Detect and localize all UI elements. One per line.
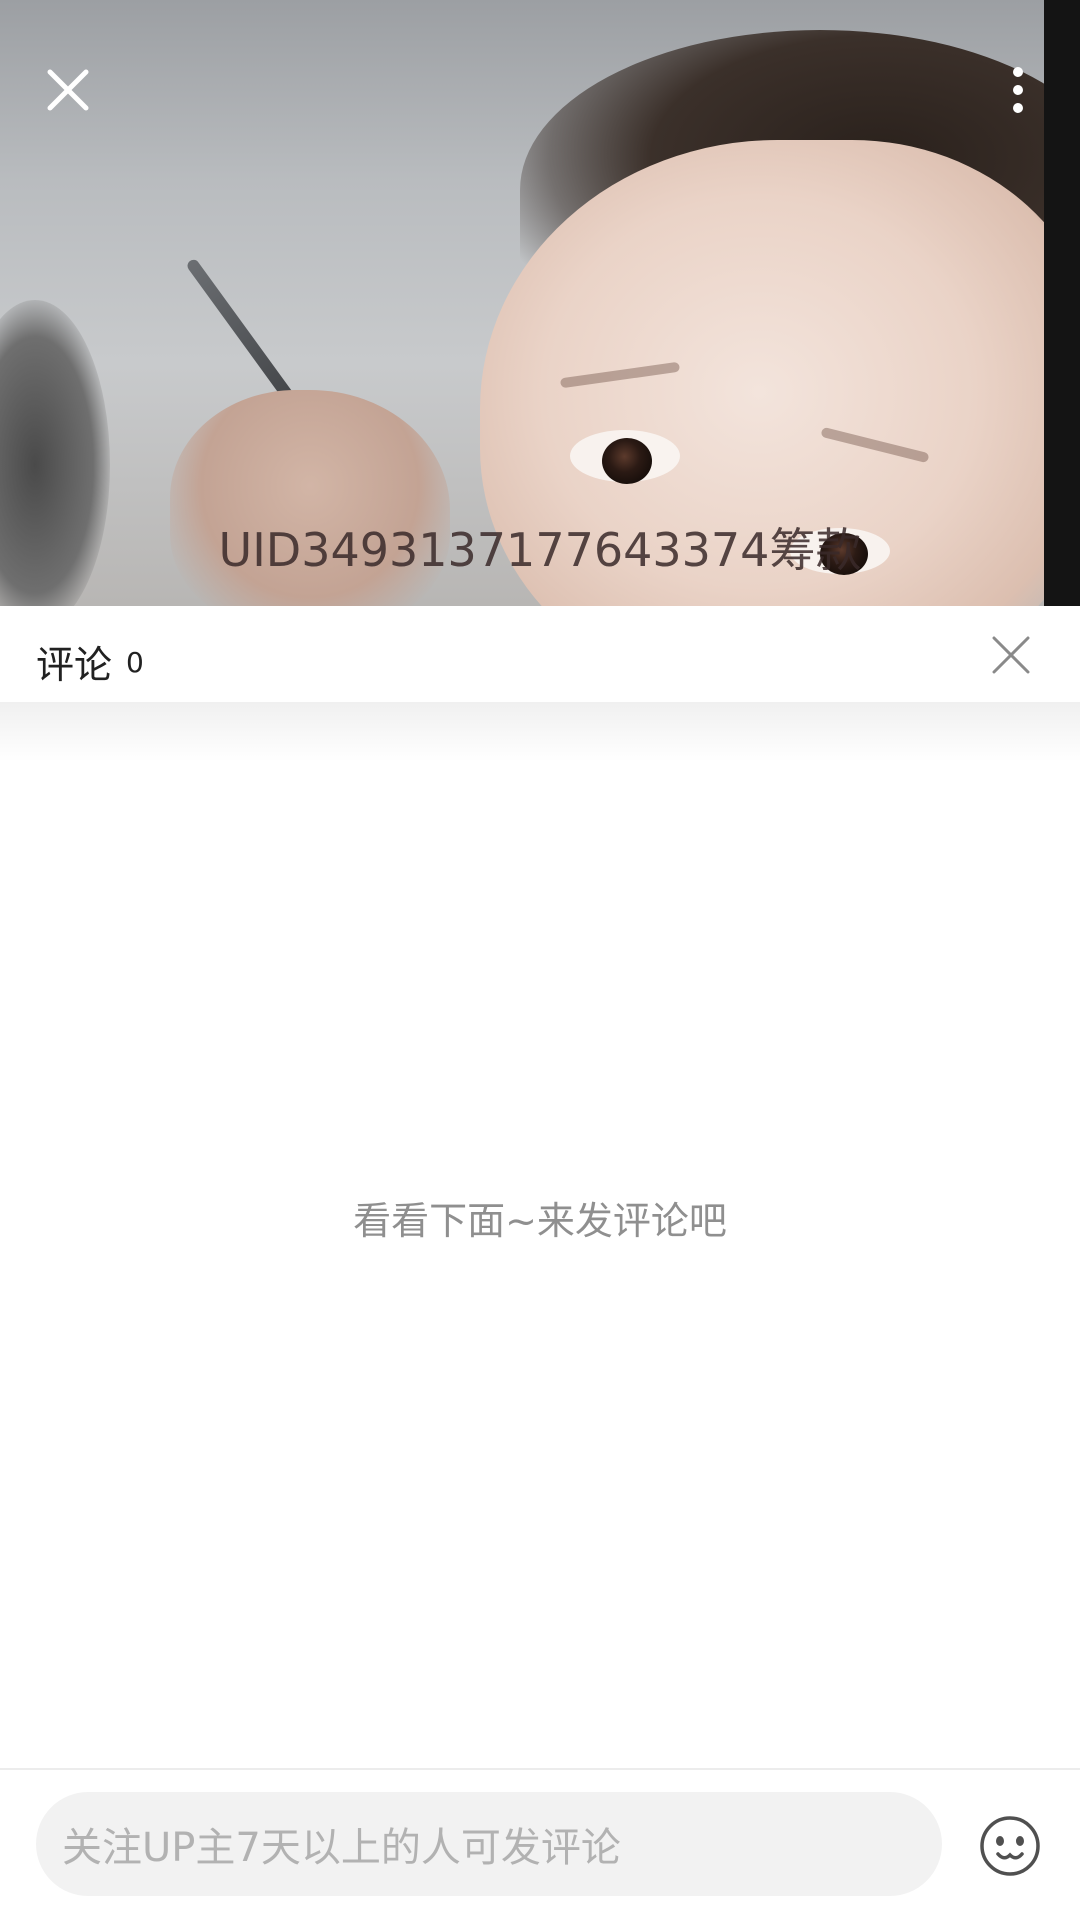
emoji-button[interactable]: [978, 1814, 1042, 1878]
comments-count: 0: [126, 646, 144, 679]
comments-close-button[interactable]: [976, 620, 1046, 690]
screen: UID3493137177643374筹款 评论 0 看看下面~来发评论吧 关注…: [0, 0, 1080, 1920]
comments-empty-hint: 看看下面~来发评论吧: [353, 1199, 727, 1243]
comments-divider-shadow: [0, 702, 1080, 762]
emoji-face-icon: [980, 1816, 1040, 1876]
comment-input-bar: 关注UP主7天以上的人可发评论: [0, 1768, 1080, 1920]
comments-header: 评论 0: [0, 606, 1080, 702]
comment-input-placeholder: 关注UP主7天以上的人可发评论: [62, 1825, 621, 1871]
more-vertical-icon: [1013, 67, 1023, 113]
close-icon: [992, 636, 1030, 674]
comments-title: 评论: [36, 643, 113, 687]
video-close-button[interactable]: [28, 50, 108, 130]
close-icon: [47, 69, 89, 111]
video-watermark: UID3493137177643374筹款: [218, 523, 862, 577]
video-player[interactable]: UID3493137177643374筹款: [0, 0, 1080, 606]
comment-input[interactable]: 关注UP主7天以上的人可发评论: [36, 1792, 942, 1896]
video-more-button[interactable]: [978, 50, 1058, 130]
video-frame-pupil: [602, 438, 652, 484]
